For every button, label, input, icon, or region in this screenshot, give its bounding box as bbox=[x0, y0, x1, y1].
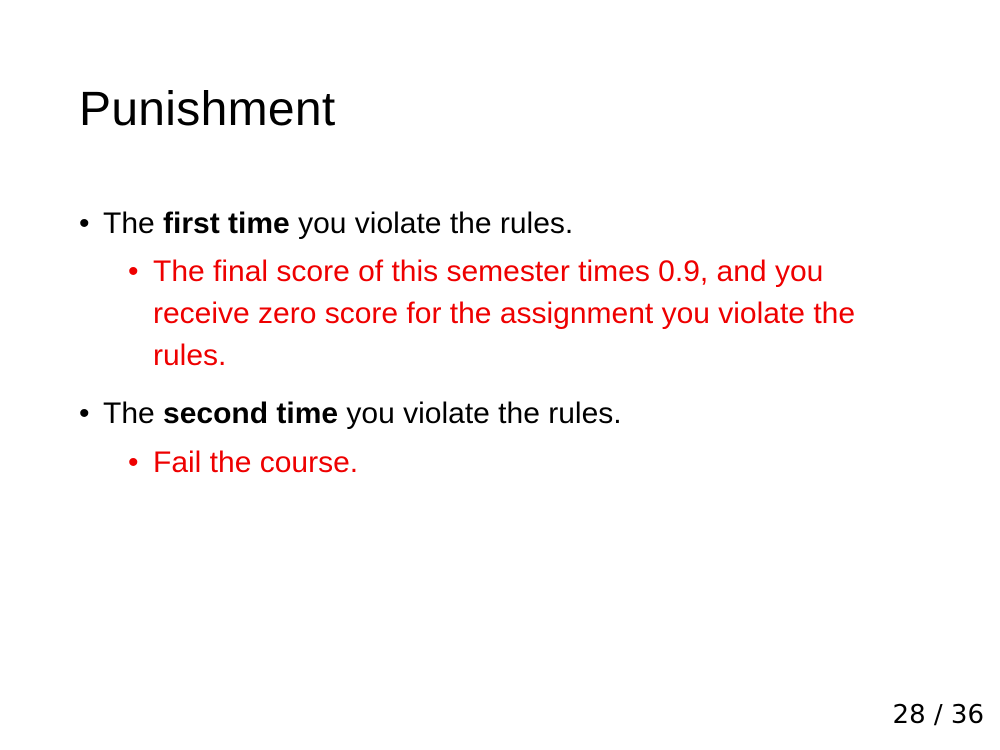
bullet-marker: • bbox=[79, 207, 90, 240]
slide: Punishment • The first time you violate … bbox=[0, 0, 1000, 750]
bullet-prefix: The bbox=[103, 207, 164, 240]
bullet-text: The second time you violate the rules. bbox=[103, 393, 899, 435]
bullet-prefix: The bbox=[103, 397, 164, 430]
sub-bullet-second-time: • Fail the course. bbox=[128, 442, 888, 484]
bullet-emphasis: second time bbox=[163, 397, 339, 430]
bullet-suffix: you violate the rules. bbox=[338, 397, 622, 430]
bullet-text: The first time you violate the rules. bbox=[103, 203, 899, 245]
bullet-first-time: • The first time you violate the rules. bbox=[79, 203, 899, 245]
sub-bullet-text: The final score of this semester times 0… bbox=[153, 255, 856, 372]
slide-title: Punishment bbox=[79, 83, 336, 136]
bullet-suffix: you violate the rules. bbox=[289, 207, 574, 240]
sub-bullet-text: Fail the course. bbox=[153, 446, 359, 479]
sub-bullet-first-time: • The final score of this semester times… bbox=[128, 251, 888, 377]
sub-bullet-marker: • bbox=[128, 446, 139, 479]
sub-bullet-marker: • bbox=[128, 255, 139, 288]
bullet-second-time: • The second time you violate the rules. bbox=[79, 393, 899, 435]
bullet-emphasis: first time bbox=[163, 207, 290, 240]
bullet-marker: • bbox=[79, 397, 90, 430]
page-number: 28 / 36 bbox=[892, 700, 984, 730]
